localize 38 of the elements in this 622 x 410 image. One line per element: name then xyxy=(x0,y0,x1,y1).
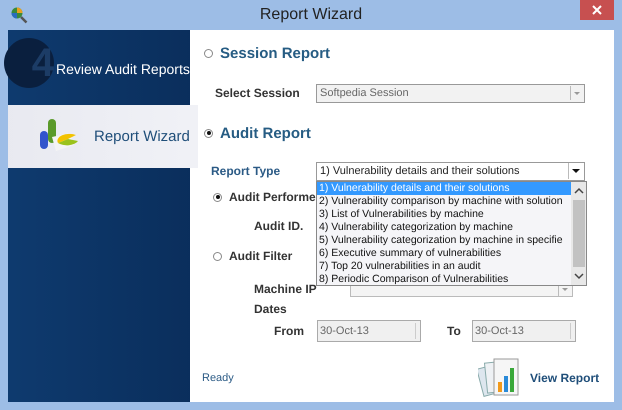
radio-button[interactable] xyxy=(204,48,213,58)
dropdown-option[interactable]: 4) Vulnerability categorization by machine xyxy=(317,220,571,234)
option-label: Audit Filter xyxy=(229,249,292,263)
dropdown-option[interactable]: 2) Vulnerability comparison by machine with solution xyxy=(317,194,571,208)
field-label: Audit ID. xyxy=(254,219,304,233)
scrollbar[interactable] xyxy=(571,182,586,284)
dropdown-arrow-icon xyxy=(568,163,583,179)
close-icon xyxy=(592,5,602,15)
date-field[interactable]: 30-Oct-13 xyxy=(317,320,421,342)
field-label: Dates xyxy=(254,302,287,316)
field-label: To xyxy=(447,324,462,338)
option-label: Audit Performe xyxy=(229,190,316,204)
view-report-button[interactable]: View Report xyxy=(478,356,600,400)
date-field[interactable]: 30-Oct-13 xyxy=(472,320,576,342)
section-heading: Session Report xyxy=(220,44,330,62)
radio-button[interactable] xyxy=(204,128,213,138)
dropdown-option[interactable]: 7) Top 20 vulnerabilities in an audit xyxy=(317,260,571,272)
report-type-dropdown[interactable]: 1) Vulnerability details and their solutions xyxy=(316,162,585,180)
status-text: Ready xyxy=(202,372,235,384)
dropdown-option[interactable]: 6) Executive summary of vulnerabilities xyxy=(317,246,571,260)
radio-button[interactable] xyxy=(213,252,222,260)
scroll-up-icon xyxy=(572,186,584,196)
dropdown-arrow-icon xyxy=(570,86,583,100)
sidebar-item[interactable]: Report Wizard xyxy=(8,105,198,168)
field-label: Select Session xyxy=(215,86,301,100)
field-label: From xyxy=(274,324,305,338)
scroll-down-icon xyxy=(572,270,584,280)
field-label: Report Type xyxy=(211,164,282,178)
magnifier-icon xyxy=(10,6,28,24)
dropdown-option[interactable]: 3) List of Vulnerabilities by machine xyxy=(317,208,571,220)
window-title: Report Wizard xyxy=(260,6,362,24)
dropdown-option[interactable]: 5) Vulnerability categorization by machine in specifie xyxy=(317,234,571,246)
close-button[interactable] xyxy=(580,0,614,20)
dropdown-option[interactable]: 8) Periodic Comparison of Vulnerabilities xyxy=(317,272,571,284)
step-title: Review Audit Reports xyxy=(56,61,190,77)
radio-button[interactable] xyxy=(213,192,222,202)
field-label: Machine IP xyxy=(254,282,318,296)
section-heading: Audit Report xyxy=(220,124,311,142)
